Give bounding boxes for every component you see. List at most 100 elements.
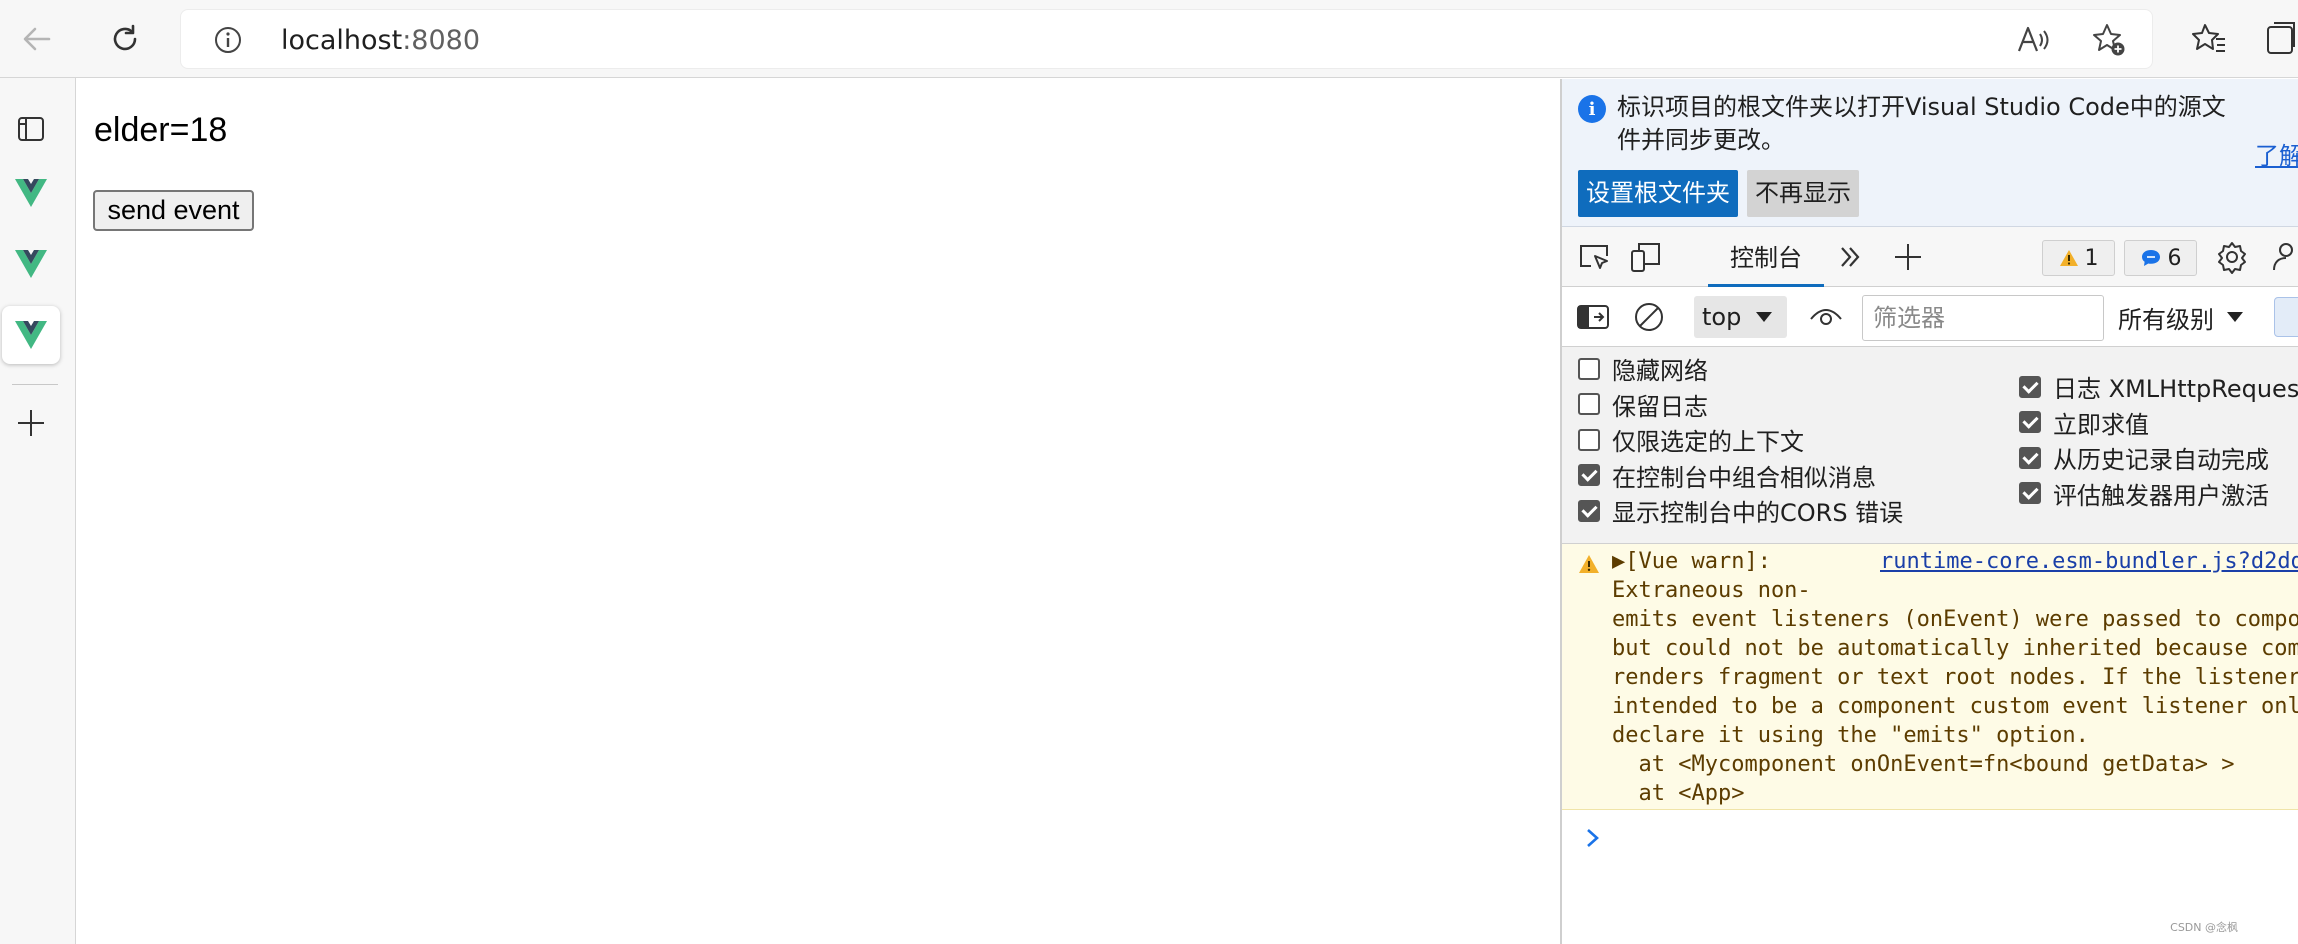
refresh-icon [113,24,137,51]
eye-icon [1810,309,1842,325]
collections-button[interactable] [2262,14,2298,64]
checkbox-unchecked[interactable] [1578,393,1600,415]
console-filter-input[interactable] [1862,295,2104,341]
setting-label: 立即求值 [2053,410,2149,439]
new-tab-button[interactable] [2,394,60,452]
setting-label: 在控制台中组合相似消息 [1612,463,1876,492]
read-aloud-icon[interactable] [2016,24,2050,56]
sidebar-divider [12,384,58,385]
add-favorite-icon[interactable] [2091,22,2127,58]
tab-console[interactable]: 控制台 [1708,227,1824,287]
checkbox-unchecked[interactable] [1578,428,1600,451]
plus-icon [18,410,44,436]
setting-option[interactable]: 仅限选定的上下文 [1578,422,1804,457]
checkbox-checked[interactable] [2019,446,2041,469]
show-console-sidebar-button[interactable] [1574,299,1612,335]
browser-sidebar [0,78,76,944]
setting-label: 日志 XMLHttpRequests [2053,375,2298,403]
warnings-count-badge[interactable]: 1 [2042,240,2115,276]
inspect-icon [1580,245,1608,269]
warning-line: intended to be a component custom event … [1612,694,2298,719]
setting-option[interactable]: 从历史记录自动完成 [2019,440,2269,475]
messages-count-badge[interactable]: 6 [2124,240,2197,276]
checkbox-unchecked[interactable] [1578,357,1600,380]
setting-option[interactable]: 隐藏网络 [1578,351,1708,386]
setting-option[interactable]: 显示控制台中的CORS 错误 [1578,493,1903,528]
url-text: localhost:8080 [281,25,480,56]
console-filterbar: top 所有级别 [1562,287,2298,347]
issues-button[interactable] [2274,297,2298,337]
info-icon: i [1578,95,1606,123]
learn-more-link[interactable]: 了解 [2255,136,2298,171]
devtools-panel: i 标识项目的根文件夹以打开Visual Studio Code中的源文件并同步… [1560,79,2298,944]
infobar-message: 标识项目的根文件夹以打开Visual Studio Code中的源文件并同步更改… [1617,93,2226,154]
console-warning-message: ▶[Vue warn]: Extraneous non-emits event l… [1562,544,2298,810]
inspect-element-button[interactable] [1574,239,1614,275]
device-emulation-button[interactable] [1626,239,1666,275]
favorites-button[interactable] [2185,14,2235,64]
send-event-button[interactable]: send event [93,190,254,231]
vue-logo-icon [15,250,47,278]
caret-down-icon [1756,312,1773,322]
warning-line: emits event listeners (onEvent) were pas… [1612,607,2298,632]
live-expression-button[interactable] [1806,299,1846,335]
warning-line: at <App> [1612,781,1745,806]
checkbox-checked[interactable] [1578,464,1600,486]
warning-icon [1579,555,1599,573]
chevron-double-right-icon [1841,247,1860,267]
tab-vue-2[interactable] [2,235,60,293]
warning-source-link[interactable]: runtime-core.esm-bundler.js?d2dd [1880,547,2298,576]
checkbox-checked[interactable] [2019,482,2041,504]
setting-option[interactable]: 评估触发器用户激活 [2019,476,2269,511]
message-count: 6 [2167,245,2182,271]
setting-option[interactable]: 立即求值 [2019,405,2149,440]
elder-output-text: elder=18 [94,111,228,149]
address-bar[interactable]: localhost:8080 [180,9,2153,69]
clear-icon [1635,303,1663,331]
sidebar-toggle-icon [1577,305,1609,329]
checkbox-checked[interactable] [2019,375,2041,398]
watermark: CSDN @念枫 [2170,921,2238,934]
tab-vue-1[interactable] [2,164,60,222]
setting-label: 从历史记录自动完成 [2053,446,2269,474]
gear-icon [2218,242,2246,274]
add-tab-button[interactable] [1890,239,1926,275]
checkbox-checked[interactable] [2019,411,2041,433]
checkbox-checked[interactable] [1578,499,1600,522]
setting-option[interactable]: 日志 XMLHttpRequests [2019,369,2298,404]
plus-icon [1895,244,1921,270]
refresh-button[interactable] [100,14,150,64]
back-button[interactable] [12,14,62,64]
setting-label: 仅限选定的上下文 [1612,428,1804,456]
set-root-folder-button[interactable]: 设置根文件夹 [1578,170,1738,217]
setting-option[interactable]: 在控制台中组合相似消息 [1578,458,1876,493]
feedback-button[interactable] [2266,239,2298,275]
devtools-tabbar: 控制台 1 6 [1562,227,2298,287]
warning-line: but could not be automatically inherited… [1612,636,2298,661]
vue-logo-icon [15,179,47,207]
tabs-icon [18,117,44,141]
people-icon [2273,243,2293,271]
dont-show-again-button[interactable]: 不再显示 [1747,170,1859,217]
devtools-infobar: i 标识项目的根文件夹以打开Visual Studio Code中的源文件并同步… [1562,79,2298,227]
log-levels-dropdown[interactable]: 所有级别 [2118,296,2244,338]
context-selector[interactable]: top [1694,296,1787,338]
arrow-left-icon [23,27,51,51]
clear-console-button[interactable] [1630,299,1668,335]
tab-actions-button[interactable] [2,100,60,158]
tab-vue-3-active[interactable] [2,306,60,364]
collections-icon [2267,22,2295,54]
message-bubble-icon [2141,250,2160,266]
console-prompt-row[interactable] [1562,811,2298,871]
page-viewport: elder=18 send event [77,79,1560,944]
warning-text[interactable]: ▶[Vue warn]: Extraneous non-emits event l… [1612,547,2298,808]
prompt-chevron-icon [1587,829,1599,847]
site-info-icon[interactable] [213,25,243,55]
warning-count: 1 [2084,245,2099,271]
setting-option[interactable]: 保留日志 [1578,387,1708,422]
setting-label: 评估触发器用户激活 [2053,481,2269,510]
url-port: :8080 [402,25,481,56]
device-toolbar-icon [1631,243,1660,272]
settings-button[interactable] [2212,239,2252,275]
more-tabs-button[interactable] [1834,241,1866,273]
